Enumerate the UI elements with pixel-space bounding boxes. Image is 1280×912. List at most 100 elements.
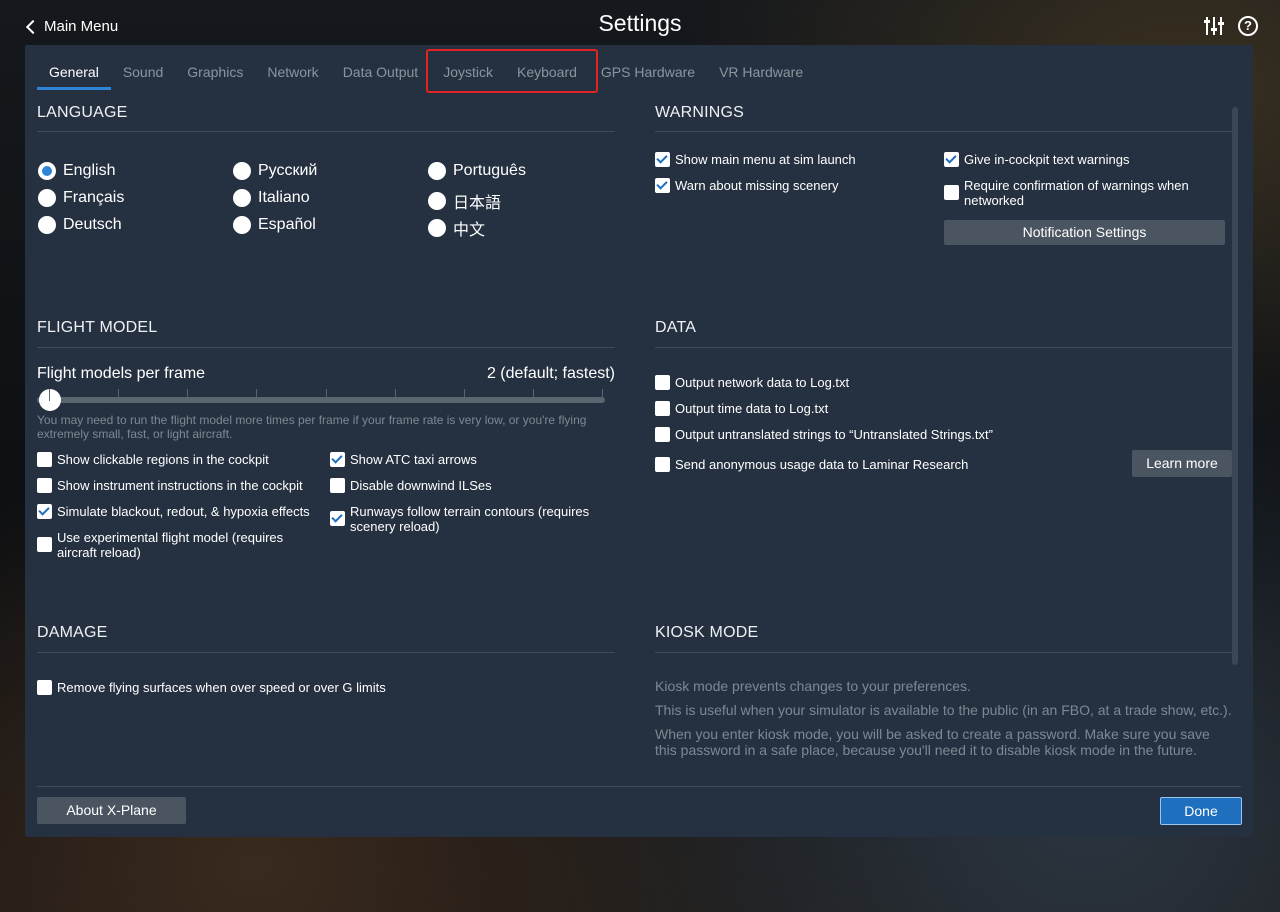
slider-tick <box>532 389 534 401</box>
slider-knob[interactable] <box>39 389 61 411</box>
tab-data-output[interactable]: Data Output <box>331 56 431 90</box>
checkbox-untranslated-strings[interactable]: Output untranslated strings to “Untransl… <box>655 427 1125 442</box>
checkbox-box <box>330 452 345 467</box>
checkbox-box <box>655 375 670 390</box>
learn-more-button[interactable]: Learn more <box>1132 450 1232 477</box>
checkbox-box <box>655 152 670 167</box>
slider-tick <box>394 389 396 401</box>
checkbox-show-main-menu[interactable]: Show main menu at sim launch <box>655 152 925 167</box>
slider-tick <box>256 389 258 401</box>
done-button[interactable]: Done <box>1160 797 1242 825</box>
kiosk-text-1: Kiosk mode prevents changes to your pref… <box>655 678 971 694</box>
checkbox-label: Show ATC taxi arrows <box>350 452 477 467</box>
radio-deutsch[interactable]: Deutsch <box>38 216 122 234</box>
back-label: Main Menu <box>44 18 119 35</box>
kiosk-text-2: This is useful when your simulator is av… <box>655 702 1232 718</box>
radio-label: Русский <box>258 162 318 179</box>
checkbox-runways-follow-terrain[interactable]: Runways follow terrain contours (require… <box>330 504 615 534</box>
radio-label: Português <box>453 162 526 179</box>
checkbox-in-cockpit-warnings[interactable]: Give in-cockpit text warnings <box>944 152 1214 167</box>
checkbox-label: Output time data to Log.txt <box>675 401 829 416</box>
notification-settings-button[interactable]: Notification Settings <box>944 220 1225 245</box>
checkbox-clickable-regions[interactable]: Show clickable regions in the cockpit <box>37 452 322 467</box>
tab-network[interactable]: Network <box>255 56 330 90</box>
checkbox-label: Disable downwind ILSes <box>350 478 492 493</box>
checkbox-experimental-flight-model[interactable]: Use experimental flight model (requires … <box>37 530 322 560</box>
checkbox-label: Send anonymous usage data to Laminar Res… <box>675 457 969 472</box>
checkbox-warn-missing-scenery[interactable]: Warn about missing scenery <box>655 178 925 193</box>
radio-label: Français <box>63 189 125 206</box>
slider-tick <box>118 389 120 401</box>
data-divider <box>655 347 1233 348</box>
tab-keyboard[interactable]: Keyboard <box>505 56 589 90</box>
checkbox-label: Remove flying surfaces when over speed o… <box>57 680 386 695</box>
radio-russian[interactable]: Русский <box>233 162 317 180</box>
checkbox-blackout-effects[interactable]: Simulate blackout, redout, & hypoxia eff… <box>37 504 322 519</box>
flight-model-slider[interactable] <box>37 397 605 403</box>
radio-english[interactable]: English <box>38 162 115 180</box>
radio-label: 日本語 <box>453 195 502 212</box>
checkbox-time-data-log[interactable]: Output time data to Log.txt <box>655 401 1125 416</box>
chevron-left-icon <box>25 19 41 35</box>
settings-panel: General Sound Graphics Network Data Outp… <box>25 45 1253 837</box>
radio-chinese[interactable]: 中文 <box>428 216 485 240</box>
slider-tick <box>602 389 603 401</box>
warnings-divider <box>655 131 1233 132</box>
checkbox-box <box>944 152 959 167</box>
radio-francais[interactable]: Français <box>38 189 124 207</box>
radio-portugues[interactable]: Português <box>428 162 526 180</box>
main-menu-back-button[interactable]: Main Menu <box>25 18 119 35</box>
radio-dot <box>38 216 56 234</box>
checkbox-box <box>330 478 345 493</box>
radio-dot <box>233 216 251 234</box>
damage-title: DAMAGE <box>37 624 108 641</box>
checkbox-label: Output network data to Log.txt <box>675 375 850 390</box>
radio-italiano[interactable]: Italiano <box>233 189 310 207</box>
tab-graphics[interactable]: Graphics <box>175 56 255 90</box>
checkbox-network-data-log[interactable]: Output network data to Log.txt <box>655 375 1125 390</box>
tab-general[interactable]: General <box>37 56 111 90</box>
tab-gps-hardware[interactable]: GPS Hardware <box>589 56 707 90</box>
checkbox-atc-taxi-arrows[interactable]: Show ATC taxi arrows <box>330 452 615 467</box>
radio-dot <box>38 162 56 180</box>
radio-espanol[interactable]: Español <box>233 216 316 234</box>
radio-label: 中文 <box>453 222 486 239</box>
checkbox-require-confirmation[interactable]: Require confirmation of warnings when ne… <box>944 178 1214 208</box>
sliders-icon[interactable] <box>1204 16 1224 36</box>
flight-model-help: You may need to run the flight model mor… <box>37 413 587 441</box>
slider-tick <box>463 389 465 401</box>
radio-label: Italiano <box>258 189 310 206</box>
checkbox-remove-flying-surfaces[interactable]: Remove flying surfaces when over speed o… <box>37 680 537 695</box>
radio-dot <box>428 219 446 237</box>
checkbox-label: Require confirmation of warnings when ne… <box>964 178 1189 208</box>
slider-value: 2 (default; fastest) <box>486 365 615 382</box>
footer-divider <box>37 786 1241 787</box>
kiosk-title: KIOSK MODE <box>655 624 759 641</box>
checkbox-box <box>655 401 670 416</box>
slider-tick <box>187 389 189 401</box>
help-icon[interactable]: ? <box>1238 16 1258 36</box>
kiosk-text-3: When you enter kiosk mode, you will be a… <box>655 726 1210 758</box>
scrollbar[interactable] <box>1232 107 1238 665</box>
tab-vr-hardware[interactable]: VR Hardware <box>707 56 815 90</box>
checkbox-instrument-instructions[interactable]: Show instrument instructions in the cock… <box>37 478 322 493</box>
checkbox-box <box>655 427 670 442</box>
checkbox-label: Give in-cockpit text warnings <box>964 152 1130 167</box>
radio-dot <box>38 189 56 207</box>
warnings-title: WARNINGS <box>655 104 745 121</box>
radio-japanese[interactable]: 日本語 <box>428 189 501 213</box>
checkbox-disable-downwind-ils[interactable]: Disable downwind ILSes <box>330 478 615 493</box>
checkbox-box <box>37 680 52 695</box>
radio-label: English <box>63 162 116 179</box>
tab-sound[interactable]: Sound <box>111 56 175 90</box>
tab-bar: General Sound Graphics Network Data Outp… <box>37 56 815 90</box>
checkbox-box <box>37 504 52 519</box>
checkbox-anonymous-usage-data[interactable]: Send anonymous usage data to Laminar Res… <box>655 457 1125 472</box>
page-title: Settings <box>598 10 682 36</box>
kiosk-divider <box>655 652 1233 653</box>
checkbox-label: Warn about missing scenery <box>675 178 839 193</box>
tab-joystick[interactable]: Joystick <box>430 56 505 90</box>
top-bar: Main Menu Settings ? <box>0 0 1280 46</box>
checkbox-box <box>655 178 670 193</box>
about-x-plane-button[interactable]: About X-Plane <box>37 797 186 824</box>
